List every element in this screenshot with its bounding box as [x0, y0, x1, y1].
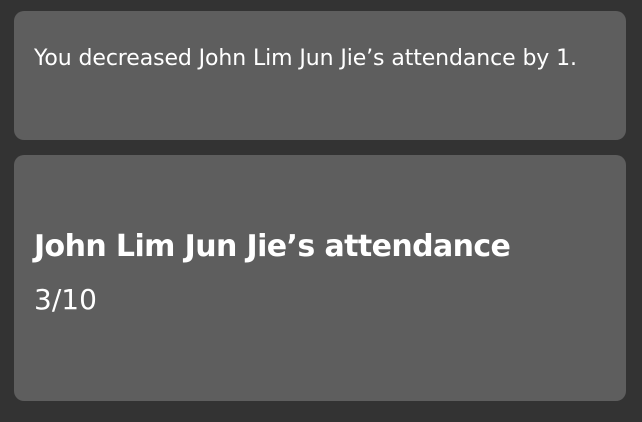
attendance-count: 3/10	[34, 283, 97, 316]
toast-message: You decreased John Lim Jun Jie’s attenda…	[34, 46, 577, 71]
attendance-title: John Lim Jun Jie’s attendance	[34, 229, 511, 264]
attendance-card: John Lim Jun Jie’s attendance 3/10	[14, 155, 626, 401]
notification-toast: You decreased John Lim Jun Jie’s attenda…	[14, 11, 626, 140]
